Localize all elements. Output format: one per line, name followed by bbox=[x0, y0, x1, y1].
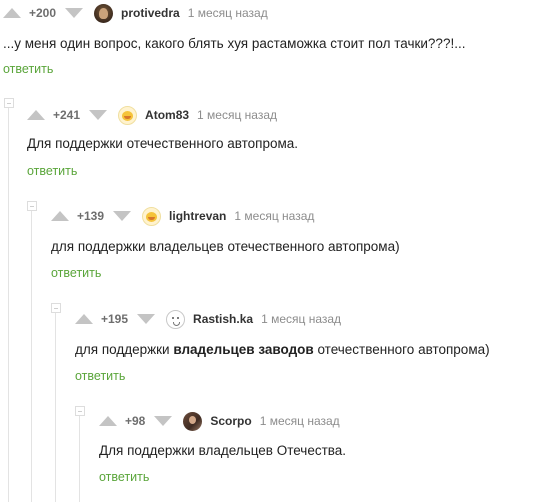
downvote-arrow-icon[interactable] bbox=[113, 211, 132, 221]
user-avatar-icon[interactable] bbox=[118, 105, 138, 125]
upvote-arrow-icon[interactable] bbox=[3, 8, 21, 18]
reply-link[interactable]: ответить bbox=[75, 369, 125, 383]
comment-text: для поддержки владельцев отечественного … bbox=[51, 239, 400, 254]
comment-time[interactable]: 1 месяц назад bbox=[260, 414, 340, 428]
comment-text: Для поддержки отечественного автопрома. bbox=[27, 136, 299, 151]
upvote-arrow-icon[interactable] bbox=[75, 314, 93, 324]
comment-author[interactable]: protivedra bbox=[121, 6, 180, 20]
comment-header: +195 Rastish.ka 1 месяц назад bbox=[75, 308, 341, 330]
reply-link[interactable]: ответить bbox=[27, 164, 77, 178]
thread-line bbox=[8, 100, 9, 502]
comment-rating: +98 bbox=[125, 414, 146, 428]
comment-text: ...у меня один вопрос, какого блять хуя … bbox=[3, 36, 466, 51]
comment-text-part: отечественного автопрома) bbox=[313, 342, 490, 357]
comment-text-bold: владельцев заводов bbox=[173, 342, 314, 357]
downvote-arrow-icon[interactable] bbox=[137, 314, 156, 324]
comment-text: Для поддержки владельцев Отечества. bbox=[99, 443, 347, 458]
comment-time[interactable]: 1 месяц назад bbox=[197, 108, 277, 122]
comment-text-part: для поддержки bbox=[75, 342, 174, 357]
reply-link[interactable]: ответить bbox=[51, 266, 101, 280]
user-avatar-icon[interactable] bbox=[166, 309, 186, 329]
comment-time[interactable]: 1 месяц назад bbox=[234, 209, 314, 223]
comment-header: +200 protivedra 1 месяц назад bbox=[3, 2, 268, 24]
comment-text: для поддержки владельцев заводов отечест… bbox=[75, 341, 490, 359]
user-avatar-icon[interactable] bbox=[142, 206, 162, 226]
thread-line bbox=[79, 410, 80, 502]
comment-author[interactable]: Rastish.ka bbox=[193, 312, 253, 326]
upvote-arrow-icon[interactable] bbox=[27, 110, 45, 120]
upvote-arrow-icon[interactable] bbox=[99, 416, 117, 426]
collapse-branch-toggle[interactable] bbox=[75, 406, 85, 416]
user-avatar-icon[interactable] bbox=[183, 411, 203, 431]
comment-rating: +200 bbox=[29, 6, 57, 20]
downvote-arrow-icon[interactable] bbox=[89, 110, 108, 120]
comment-time[interactable]: 1 месяц назад bbox=[188, 6, 268, 20]
comment-author[interactable]: lightrevan bbox=[169, 209, 226, 223]
downvote-arrow-icon[interactable] bbox=[154, 416, 173, 426]
collapse-branch-toggle[interactable] bbox=[51, 303, 61, 313]
comment-author[interactable]: Scorpo bbox=[210, 414, 251, 428]
comment-rating: +195 bbox=[101, 312, 129, 326]
comment-header: +139 lightrevan 1 месяц назад bbox=[51, 205, 314, 227]
thread-line bbox=[31, 204, 32, 502]
comment-header: +241 Atom83 1 месяц назад bbox=[27, 104, 277, 126]
collapse-branch-toggle[interactable] bbox=[27, 201, 37, 211]
comment-rating: +241 bbox=[53, 108, 81, 122]
collapse-branch-toggle[interactable] bbox=[4, 98, 14, 108]
downvote-arrow-icon[interactable] bbox=[65, 8, 84, 18]
comment-rating: +139 bbox=[77, 209, 105, 223]
reply-link[interactable]: ответить bbox=[3, 62, 53, 76]
upvote-arrow-icon[interactable] bbox=[51, 211, 69, 221]
comment-author[interactable]: Atom83 bbox=[145, 108, 189, 122]
comment-header: +98 Scorpo 1 месяц назад bbox=[99, 410, 340, 432]
user-avatar-icon[interactable] bbox=[94, 3, 114, 23]
comment-time[interactable]: 1 месяц назад bbox=[261, 312, 341, 326]
thread-line bbox=[55, 306, 56, 502]
reply-link[interactable]: ответить bbox=[99, 470, 149, 484]
